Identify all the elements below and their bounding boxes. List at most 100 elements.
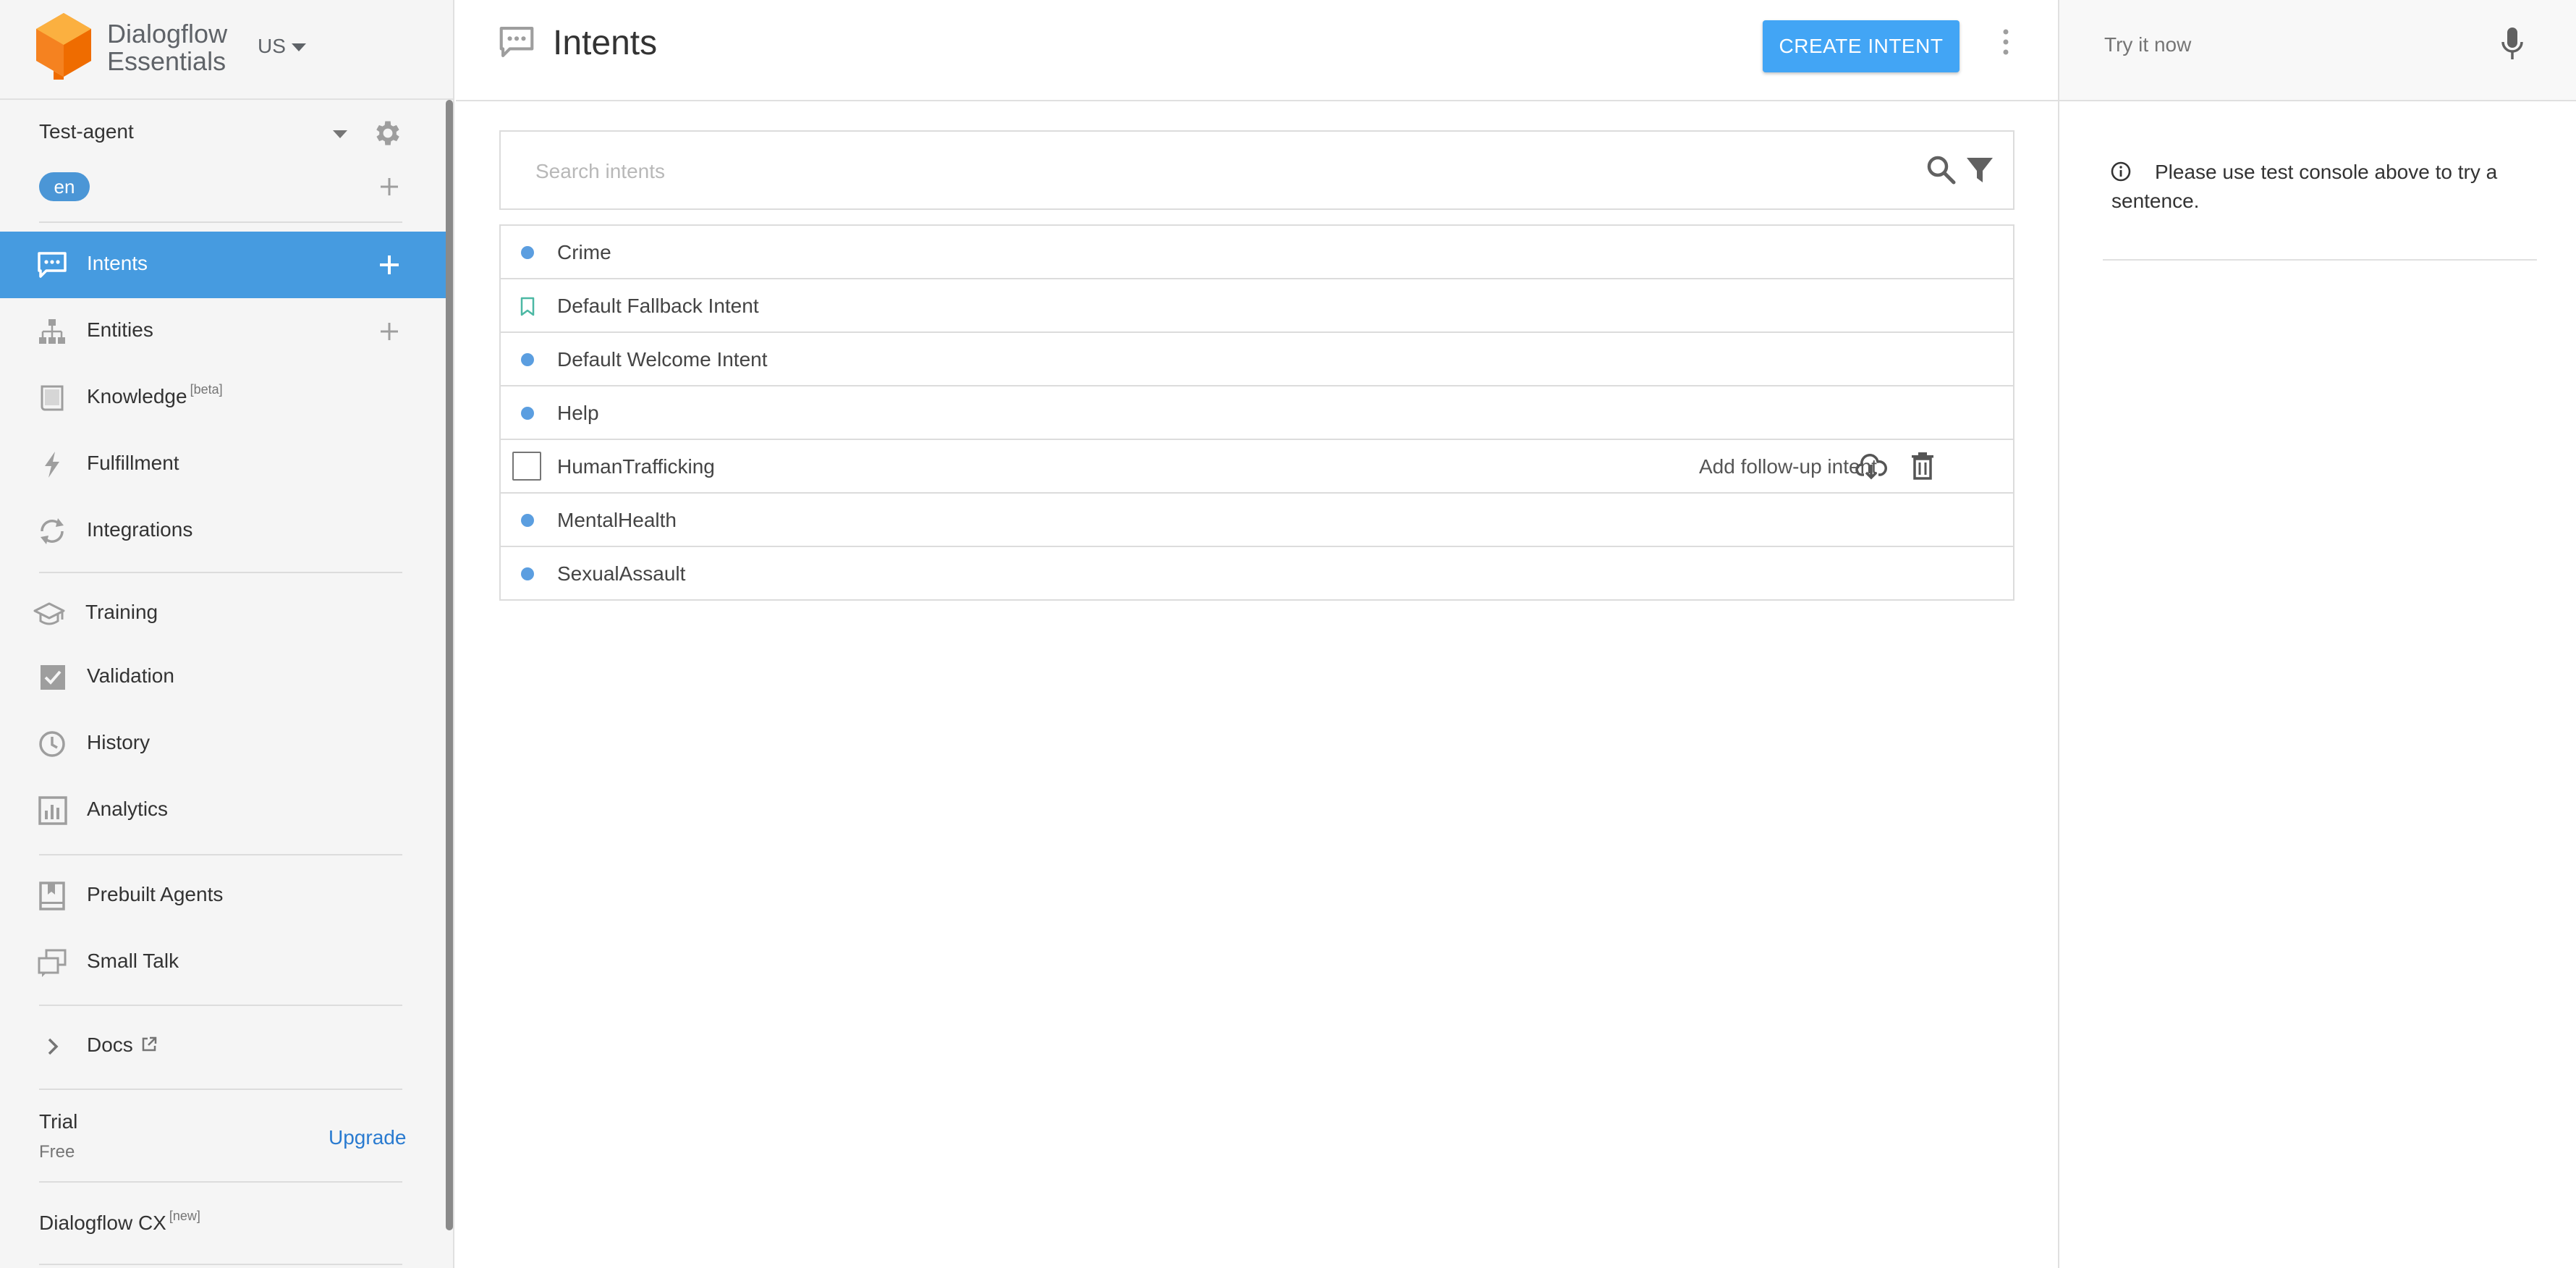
brand-name-line2: Essentials [107, 46, 226, 76]
region-selector[interactable]: US [258, 35, 306, 58]
page-title: Intents [553, 24, 658, 62]
intent-name[interactable]: MentalHealth [557, 509, 677, 532]
intent-row-help[interactable]: Help [501, 386, 2013, 440]
sidebar-divider [39, 1264, 402, 1265]
intent-name[interactable]: SexualAssault [557, 562, 685, 586]
intent-status-dot [521, 246, 534, 259]
intent-row-mental-health[interactable]: MentalHealth [501, 494, 2013, 547]
console-divider [2103, 259, 2537, 261]
search-icon[interactable] [1925, 153, 1957, 185]
add-intent-plus-icon[interactable] [378, 253, 401, 276]
chevron-right-icon [48, 1038, 59, 1055]
agent-dropdown-caret-icon[interactable] [333, 130, 347, 138]
sidebar-item-label: Training [85, 601, 158, 623]
add-follow-up-intent-link[interactable]: Add follow-up intent [1699, 455, 1877, 478]
sidebar-item-prebuilt-agents[interactable]: Prebuilt Agents [0, 863, 449, 929]
intent-row-default-fallback[interactable]: Default Fallback Intent [501, 279, 2013, 333]
intent-row-sexual-assault[interactable]: SexualAssault [501, 547, 2013, 601]
docs-label: Docs [87, 1034, 133, 1056]
sidebar-divider [39, 572, 402, 573]
brand-name-line1: Dialogflow [107, 19, 228, 48]
intent-status-dot [521, 407, 534, 420]
try-it-now-input[interactable] [2103, 29, 2479, 61]
external-link-icon [142, 1036, 156, 1052]
intent-name[interactable]: HumanTrafficking [557, 455, 715, 478]
create-intent-button[interactable]: CREATE INTENT [1763, 20, 1959, 72]
sidebar-divider [39, 854, 402, 855]
more-vert-icon[interactable] [1997, 26, 2014, 58]
sidebar-item-label: Docs [87, 1034, 158, 1057]
sidebar-item-label: Integrations [87, 518, 193, 541]
intent-select-checkbox[interactable] [512, 452, 541, 481]
dialogflow-logo-icon[interactable] [36, 13, 91, 80]
intent-status-dot [521, 567, 534, 580]
book-icon [41, 385, 64, 411]
sidebar-item-entities[interactable]: Entities [0, 298, 449, 365]
search-bar [499, 130, 2014, 210]
intent-row-human-trafficking[interactable]: HumanTrafficking Add follow-up intent [501, 440, 2013, 494]
chat-bubble-icon [499, 27, 534, 57]
sidebar-item-knowledge[interactable]: Knowledge [beta] [0, 365, 449, 431]
hierarchy-icon [39, 319, 65, 344]
chevron-down-icon [291, 43, 306, 52]
dialogflow-cx-link[interactable]: Dialogflow CX [new] [39, 1209, 200, 1235]
sidebar: Dialogflow Essentials US Test-agent en I… [0, 0, 454, 1268]
sync-icon [41, 518, 64, 544]
plan-sub-label: Free [39, 1142, 75, 1162]
sidebar-item-training[interactable]: Training [0, 580, 449, 647]
language-chip[interactable]: en [39, 172, 90, 201]
sidebar-item-label: Entities [87, 318, 153, 341]
sidebar-item-label: Prebuilt Agents [87, 883, 224, 905]
chat-bubble-icon [38, 252, 67, 278]
bookmark-book-icon [39, 882, 65, 910]
region-label: US [258, 35, 286, 57]
sidebar-item-label: Intents [87, 252, 148, 274]
intent-row-default-welcome[interactable]: Default Welcome Intent [501, 333, 2013, 386]
trash-icon[interactable] [1910, 452, 1935, 481]
test-console-panel: Please use test console above to try a s… [2058, 0, 2576, 1268]
add-entity-plus-icon[interactable] [378, 320, 401, 343]
sidebar-item-integrations[interactable]: Integrations [0, 498, 449, 565]
intent-name[interactable]: Help [557, 402, 599, 425]
sidebar-item-label: Fulfillment [87, 452, 179, 474]
search-input[interactable] [534, 155, 1836, 188]
console-info-message: Please use test console above to try a s… [2111, 161, 2498, 212]
graduation-cap-icon [33, 602, 65, 625]
brand-header: Dialogflow Essentials US [0, 0, 454, 100]
microphone-icon[interactable] [2499, 26, 2525, 62]
add-language-plus-icon[interactable] [378, 175, 401, 198]
upgrade-link[interactable]: Upgrade [329, 1126, 406, 1149]
intent-name[interactable]: Crime [557, 241, 611, 264]
sidebar-divider [39, 221, 402, 223]
clock-icon [39, 731, 65, 757]
sidebar-item-small-talk[interactable]: Small Talk [0, 929, 449, 996]
knowledge-label: Knowledge [87, 385, 187, 407]
checkbox-checked-icon [41, 665, 65, 690]
intent-row-crime[interactable]: Crime [501, 226, 2013, 279]
filter-icon[interactable] [1965, 155, 1994, 185]
intent-name[interactable]: Default Welcome Intent [557, 348, 768, 371]
chat-bubbles-icon [38, 949, 67, 977]
sidebar-item-analytics[interactable]: Analytics [0, 777, 449, 844]
sidebar-item-label: History [87, 731, 151, 753]
sidebar-divider [39, 1089, 402, 1090]
plan-label: Trial [39, 1110, 78, 1133]
sidebar-item-fulfillment[interactable]: Fulfillment [0, 431, 449, 498]
brand-name: Dialogflow Essentials [107, 20, 227, 75]
sidebar-item-history[interactable]: History [0, 711, 449, 777]
sidebar-item-docs[interactable]: Docs [0, 1013, 449, 1080]
sidebar-scrollbar[interactable] [446, 100, 453, 1230]
sidebar-item-label: Small Talk [87, 950, 179, 972]
intent-status-dot [521, 514, 534, 527]
beta-tag: [beta] [190, 382, 223, 397]
sidebar-divider [39, 1181, 402, 1183]
sidebar-item-intents[interactable]: Intents [0, 232, 449, 298]
sidebar-divider [39, 1005, 402, 1006]
intent-name[interactable]: Default Fallback Intent [557, 295, 759, 318]
agent-name[interactable]: Test-agent [39, 120, 134, 143]
cloud-download-icon[interactable] [1855, 453, 1887, 481]
sidebar-item-validation[interactable]: Validation [0, 644, 449, 711]
new-tag: [new] [169, 1209, 200, 1223]
lightning-bolt-icon [45, 452, 59, 478]
gear-icon[interactable] [372, 117, 404, 149]
